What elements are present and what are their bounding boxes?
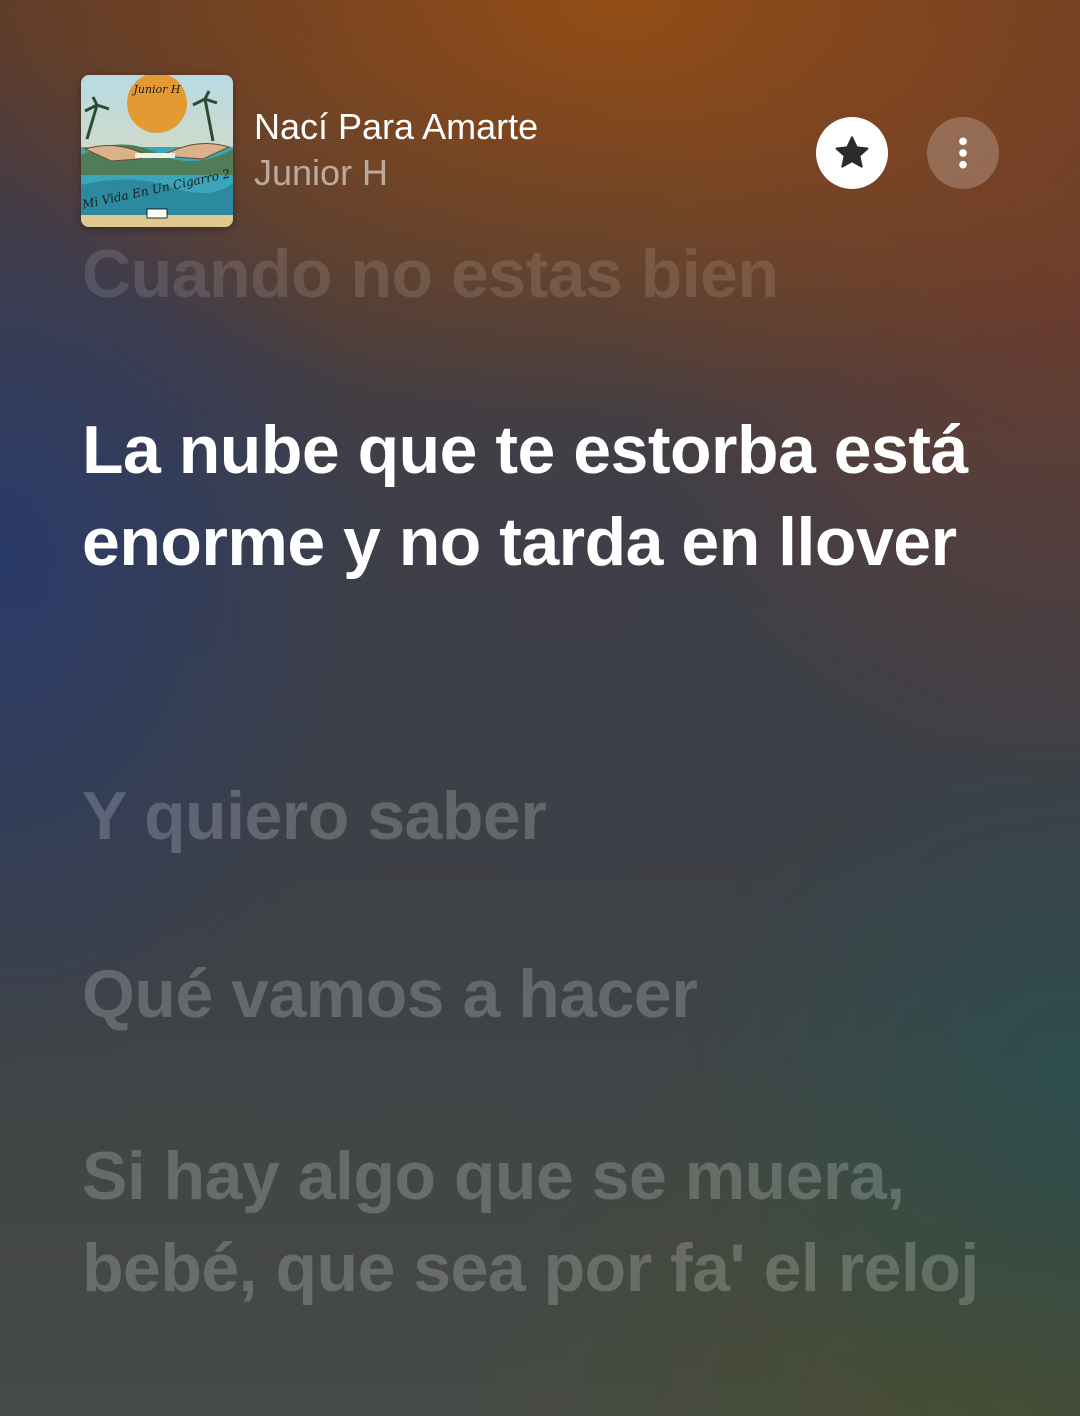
album-artwork[interactable]: Junior H Mi Vida En Un Cigarro 2 (81, 75, 233, 227)
lyric-line-current[interactable]: La nube que te estorba está enorme y no … (82, 404, 982, 588)
more-options-button[interactable] (927, 117, 999, 189)
star-icon (835, 136, 869, 168)
now-playing-header: Junior H Mi Vida En Un Cigarro 2 Nací Pa… (81, 75, 1001, 227)
track-title: Nací Para Amarte (254, 106, 539, 147)
lyric-line-upcoming[interactable]: Qué vamos a hacer (82, 948, 1002, 1040)
svg-text:Junior H: Junior H (131, 83, 180, 96)
track-info: Nací Para Amarte Junior H (254, 105, 538, 197)
more-vertical-icon (959, 137, 967, 169)
favorite-button[interactable] (816, 117, 888, 189)
lyric-line-upcoming[interactable]: Si hay algo que se muera, bebé, que sea … (82, 1130, 1012, 1314)
lyric-line-upcoming[interactable]: Y quiero saber (82, 770, 1002, 862)
lyric-line-previous[interactable]: Cuando no estas bien (82, 228, 1002, 320)
track-artist[interactable]: Junior H (254, 149, 538, 197)
